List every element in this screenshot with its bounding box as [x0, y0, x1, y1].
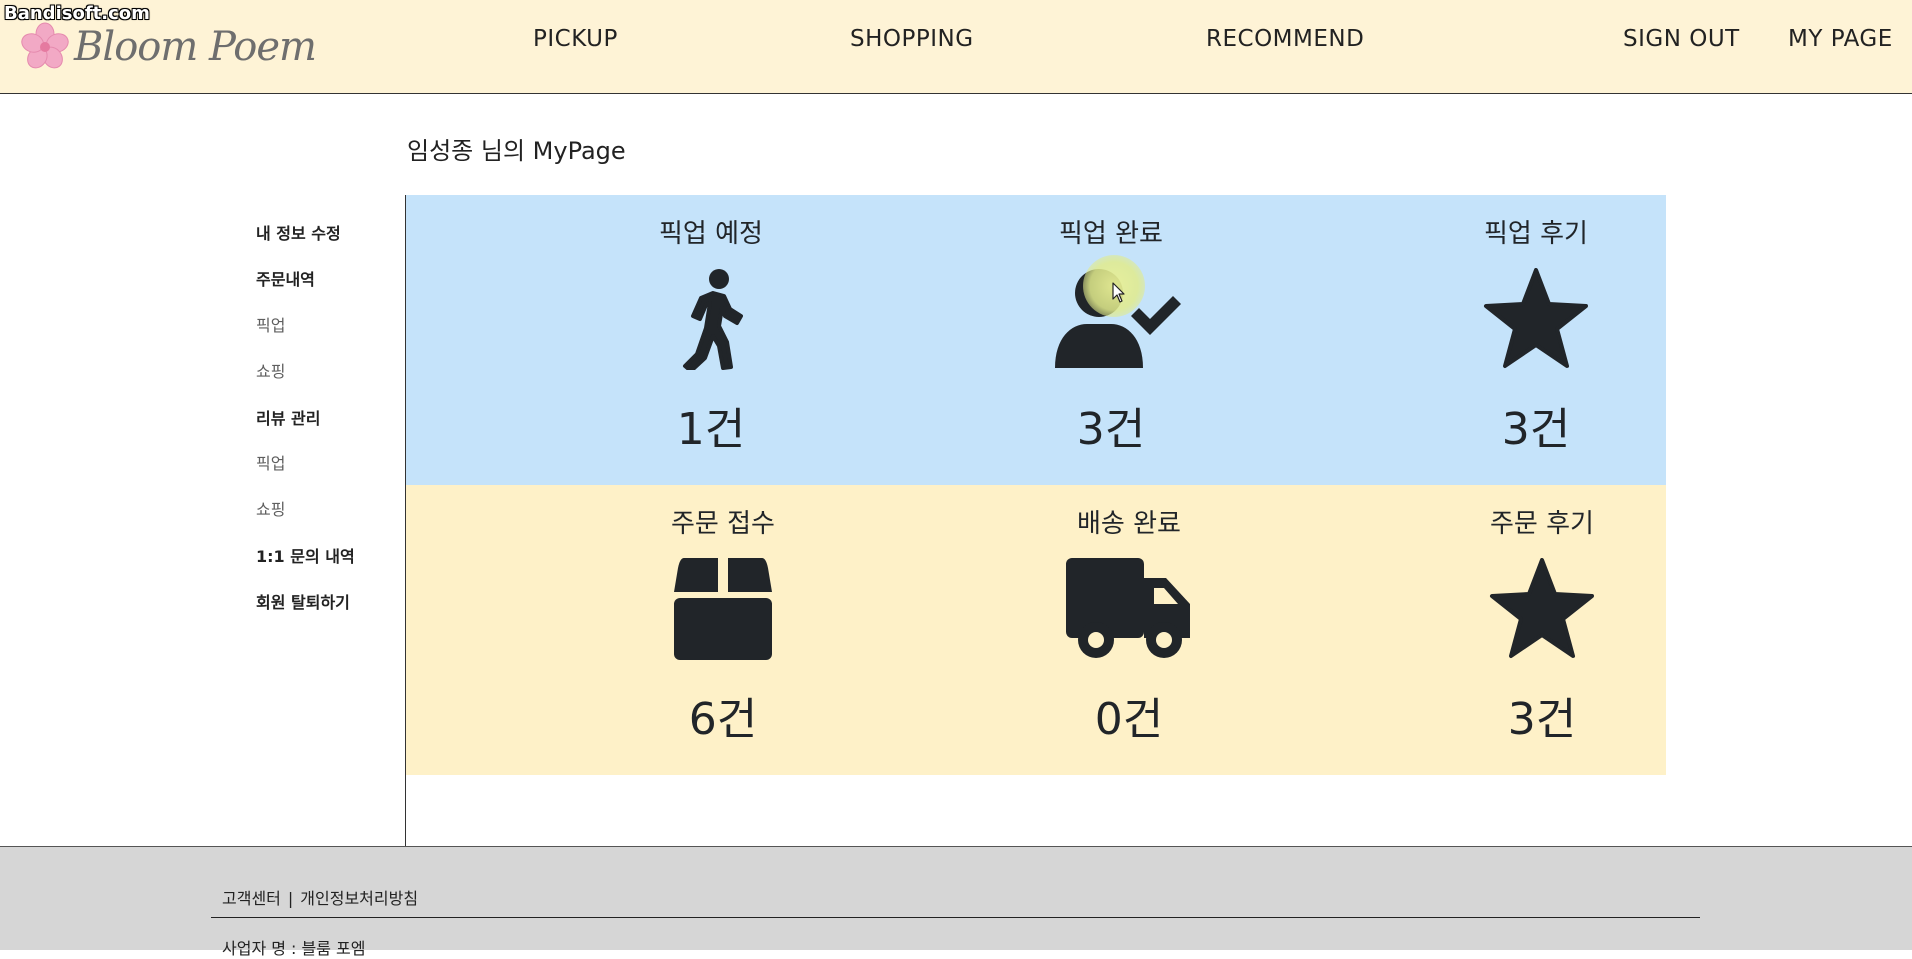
- sidebar-edit-info[interactable]: 내 정보 수정: [256, 220, 341, 244]
- pickup-completed-count: 3건: [1076, 404, 1146, 455]
- truck-icon: [1066, 558, 1190, 658]
- header: Bloom Poem Bandisoft.com PICKUP SHOPPING…: [0, 0, 1912, 94]
- pickup-review-label: 픽업 후기: [1484, 219, 1588, 249]
- sidebar-withdraw[interactable]: 회원 탈퇴하기: [256, 589, 350, 613]
- footer-privacy-policy-link[interactable]: 개인정보처리방침: [300, 889, 418, 908]
- footer-business-name: 사업자 명 : 블룸 포엠: [222, 939, 366, 958]
- footer-divider: [211, 917, 1700, 918]
- mouse-pointer-icon: [1112, 282, 1125, 303]
- footer-separator: |: [287, 889, 294, 908]
- order-delivered-label: 배송 완료: [1077, 509, 1181, 539]
- sidebar-reviews[interactable]: 리뷰 관리: [256, 405, 320, 429]
- nav-sign-out[interactable]: SIGN OUT: [1623, 26, 1740, 52]
- order-delivered-card[interactable]: 배송 완료 0건: [979, 485, 1279, 775]
- order-review-label: 주문 후기: [1490, 509, 1594, 539]
- nav-shopping[interactable]: SHOPPING: [850, 26, 974, 52]
- sidebar-orders[interactable]: 주문내역: [256, 266, 315, 290]
- cherry-blossom-icon: [21, 22, 69, 69]
- nav-my-page[interactable]: MY PAGE: [1788, 26, 1893, 52]
- footer-customer-center-link[interactable]: 고객센터: [222, 889, 281, 908]
- person-walking-icon: [683, 269, 743, 370]
- pickup-scheduled-label: 픽업 예정: [659, 219, 763, 249]
- logo[interactable]: Bloom Poem: [20, 22, 317, 72]
- sidebar-reviews-shopping[interactable]: 쇼핑: [256, 496, 285, 520]
- page-title: 임성종 님의 MyPage: [407, 137, 626, 165]
- nav-pickup[interactable]: PICKUP: [533, 26, 618, 52]
- recorder-watermark: Bandisoft.com: [4, 3, 150, 24]
- order-review-card[interactable]: 주문 후기 3건: [1392, 485, 1692, 775]
- box-icon: [674, 558, 772, 660]
- pickup-completed-card[interactable]: 픽업 완료 3건: [961, 195, 1261, 485]
- pickup-completed-label: 픽업 완료: [1059, 219, 1163, 249]
- sidebar-orders-pickup[interactable]: 픽업: [256, 312, 285, 336]
- footer: 고객센터 | 개인정보처리방침 사업자 명 : 블룸 포엠: [0, 846, 1912, 958]
- order-review-count: 3건: [1507, 694, 1577, 745]
- order-received-count: 6건: [688, 694, 758, 745]
- brand-name: Bloom Poem: [74, 24, 317, 70]
- sidebar-orders-shopping[interactable]: 쇼핑: [256, 358, 285, 382]
- order-delivered-count: 0건: [1094, 694, 1164, 745]
- order-received-card[interactable]: 주문 접수 6건: [573, 485, 873, 775]
- star-icon: [1484, 268, 1588, 368]
- nav-recommend[interactable]: RECOMMEND: [1206, 26, 1364, 52]
- pickup-review-card[interactable]: 픽업 후기 3건: [1386, 195, 1686, 485]
- star-icon: [1490, 558, 1594, 658]
- pickup-scheduled-count: 1건: [676, 404, 746, 455]
- pickup-summary-panel: 픽업 예정 1건 픽업 완료 3건 픽업 후기 3건: [406, 195, 1666, 485]
- footer-links: 고객센터 | 개인정보처리방침: [222, 885, 418, 909]
- pickup-scheduled-card[interactable]: 픽업 예정 1건: [561, 195, 861, 485]
- order-summary-panel: 주문 접수 6건 배송 완료 0건 주문 후기 3건: [406, 485, 1666, 775]
- pickup-review-count: 3건: [1501, 404, 1571, 455]
- sidebar-inquiries[interactable]: 1:1 문의 내역: [256, 543, 355, 567]
- order-received-label: 주문 접수: [671, 509, 775, 539]
- sidebar-reviews-pickup[interactable]: 픽업: [256, 450, 285, 474]
